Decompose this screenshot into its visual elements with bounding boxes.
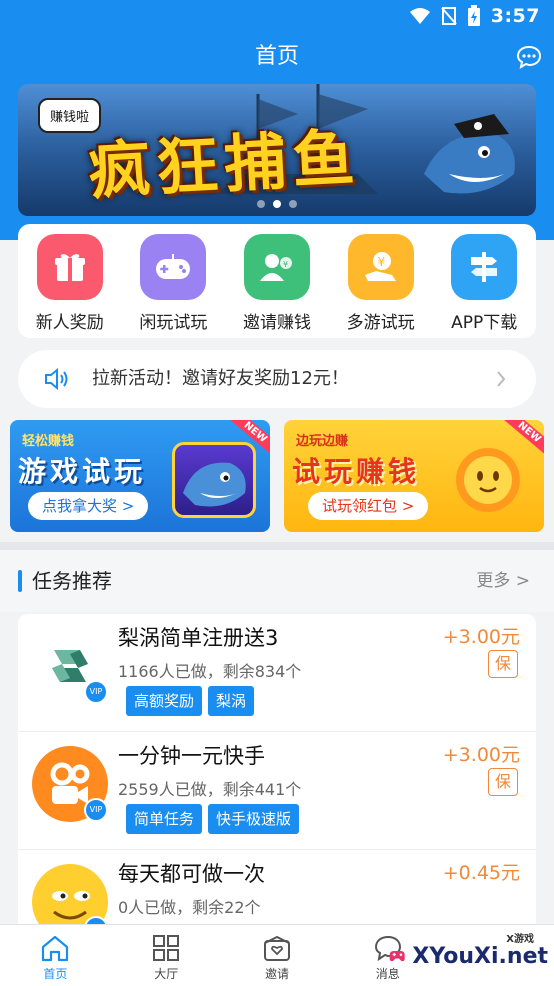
task-section-header: 任务推荐 更多 > bbox=[0, 550, 554, 612]
tab-hall[interactable]: 大厅 bbox=[111, 925, 222, 986]
task-meta: 0人已做，剩余22个 bbox=[118, 898, 261, 917]
invite-icon bbox=[263, 935, 290, 961]
status-bar: 3:57 bbox=[0, 0, 554, 34]
task-chip: 简单任务 bbox=[126, 804, 203, 834]
banner-dot-active[interactable] bbox=[273, 200, 281, 208]
gamepad-icon bbox=[140, 234, 207, 300]
tab-home[interactable]: 首页 bbox=[0, 925, 111, 986]
vip-badge: VIP bbox=[84, 680, 108, 704]
promo-title: 游戏试玩 bbox=[18, 455, 147, 488]
chat-bubble-icon[interactable] bbox=[516, 44, 542, 70]
task-meta: 2559人已做，剩余441个 bbox=[118, 780, 302, 799]
signpost-icon bbox=[451, 234, 518, 300]
banner-dot[interactable] bbox=[257, 200, 265, 208]
banner-dots bbox=[18, 200, 536, 208]
status-time: 3:57 bbox=[490, 5, 540, 27]
vip-badge: VIP bbox=[84, 798, 108, 822]
task-chip: 快手极速版 bbox=[208, 804, 300, 834]
task-row[interactable]: VIP 每天都可做一次 0人已做，剩余22个 +0.45元 bbox=[18, 850, 536, 934]
shark-game-image bbox=[172, 442, 256, 518]
home-icon bbox=[42, 935, 69, 962]
promo-button[interactable]: 点我拿大奖 > bbox=[28, 492, 149, 520]
quick-action-label: 新人奖励 bbox=[35, 313, 104, 333]
speaker-icon bbox=[45, 367, 68, 391]
page-title: 首页 bbox=[254, 44, 299, 69]
quick-action-label: 闲玩试玩 bbox=[139, 313, 208, 333]
no-signal-icon bbox=[440, 7, 457, 25]
quick-action-invite-earn[interactable]: ¥ 邀请赚钱 bbox=[227, 234, 327, 333]
task-name: 一分钟一元快手 bbox=[118, 744, 265, 768]
sun-character-image bbox=[446, 442, 530, 518]
svg-text:¥: ¥ bbox=[377, 255, 385, 269]
task-reward: +0.45元 bbox=[442, 862, 520, 884]
tab-label: 大厅 bbox=[154, 967, 179, 981]
guarantee-badge: 保 bbox=[488, 768, 518, 796]
task-chips: 简单任务 快手极速版 bbox=[126, 804, 300, 834]
quick-action-duoyou-trial[interactable]: ¥ 多游试玩 bbox=[331, 234, 431, 333]
quick-action-label: 邀请赚钱 bbox=[242, 313, 311, 333]
promo-subtitle: 边玩边赚 bbox=[296, 434, 349, 449]
shark-pirate-icon bbox=[424, 114, 515, 194]
notice-text: 拉新活动！邀请好友奖励12元！ bbox=[92, 368, 349, 389]
invite-user-icon: ¥ bbox=[243, 234, 310, 300]
svg-text:¥: ¥ bbox=[283, 260, 288, 269]
task-chips: 高额奖励 梨涡 bbox=[126, 686, 255, 716]
section-divider bbox=[0, 542, 554, 550]
tab-label: 邀请 bbox=[264, 967, 289, 981]
task-reward: +3.00元 bbox=[442, 744, 520, 766]
quick-actions-card: 新人奖励 闲玩试玩 ¥ 邀请赚钱 ¥ 多游试玩 APP下载 bbox=[18, 224, 536, 338]
gamepad-logo-icon bbox=[389, 950, 405, 962]
more-link[interactable]: 更多 > bbox=[476, 550, 530, 612]
site-watermark: XYouXi.net X游戏 bbox=[388, 930, 548, 982]
task-reward: +3.00元 bbox=[442, 626, 520, 648]
promo-game-trial[interactable]: 轻松赚钱 游戏试玩 点我拿大奖 > NEW bbox=[10, 420, 270, 532]
watermark-text: XYouXi.net bbox=[412, 943, 548, 969]
gift-icon bbox=[36, 234, 103, 300]
guarantee-badge: 保 bbox=[488, 650, 518, 678]
task-chip: 高额奖励 bbox=[126, 686, 203, 716]
quick-action-app-download[interactable]: APP下载 bbox=[434, 234, 534, 333]
quick-action-label: 多游试玩 bbox=[346, 313, 415, 333]
promo-title: 试玩赚钱 bbox=[292, 455, 421, 488]
task-row[interactable]: VIP 梨涡简单注册送3 1166人已做，剩余834个 高额奖励 梨涡 +3.0… bbox=[18, 614, 536, 732]
wifi-icon bbox=[409, 8, 430, 24]
banner-title: 疯狂捕鱼 bbox=[86, 120, 363, 209]
section-accent-bar bbox=[18, 570, 22, 592]
title-bar: 首页 bbox=[0, 34, 554, 80]
chevron-right-icon bbox=[497, 371, 506, 387]
notice-bar[interactable]: 拉新活动！邀请好友奖励12元！ bbox=[18, 350, 536, 408]
task-name: 每天都可做一次 bbox=[118, 862, 265, 886]
coin-hand-icon: ¥ bbox=[347, 234, 414, 300]
task-meta: 1166人已做，剩余834个 bbox=[118, 662, 302, 681]
banner-carousel[interactable]: 赚钱啦 疯狂捕鱼 bbox=[18, 84, 536, 216]
promo-subtitle: 轻松赚钱 bbox=[22, 434, 75, 449]
task-row[interactable]: VIP 一分钟一元快手 2559人已做，剩余441个 简单任务 快手极速版 +3… bbox=[18, 732, 536, 850]
promo-button[interactable]: 试玩领红包 > bbox=[308, 492, 429, 520]
task-name: 梨涡简单注册送3 bbox=[118, 626, 279, 650]
watermark-small: X游戏 bbox=[506, 934, 534, 945]
task-chip: 梨涡 bbox=[208, 686, 255, 716]
section-title: 任务推荐 bbox=[32, 569, 112, 593]
tab-label: 首页 bbox=[43, 967, 68, 981]
quick-action-new-user-reward[interactable]: 新人奖励 bbox=[20, 234, 120, 333]
quick-action-xianwan-trial[interactable]: 闲玩试玩 bbox=[123, 234, 223, 333]
tab-invite[interactable]: 邀请 bbox=[222, 925, 333, 986]
quick-action-label: APP下载 bbox=[451, 313, 518, 333]
banner-dot[interactable] bbox=[289, 200, 297, 208]
battery-icon bbox=[467, 5, 480, 26]
grid-icon bbox=[153, 935, 180, 961]
task-list: VIP 梨涡简单注册送3 1166人已做，剩余834个 高额奖励 梨涡 +3.0… bbox=[18, 614, 536, 934]
promo-trial-earn[interactable]: 边玩边赚 试玩赚钱 试玩领红包 > NEW bbox=[284, 420, 544, 532]
